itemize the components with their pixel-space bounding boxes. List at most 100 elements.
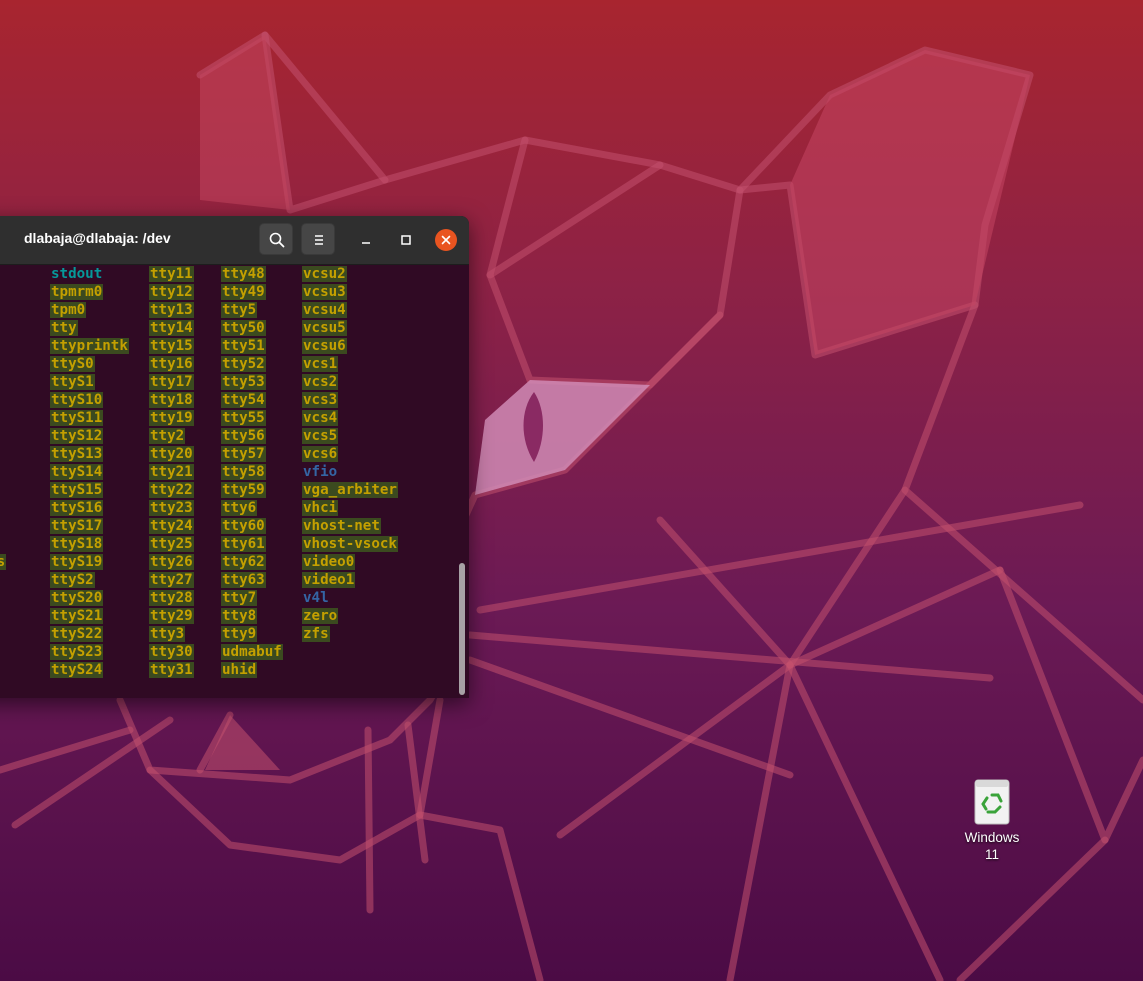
terminal-entry	[0, 391, 6, 409]
terminal-entry-text: tty8	[221, 608, 258, 624]
terminal-column-3: tty48 tty49 tty5 tty50 tty51 tty52 tty53 tty54 t…	[221, 265, 283, 679]
terminal-entry	[0, 301, 6, 319]
terminal-entry: tpmrm0	[50, 283, 129, 301]
terminal-entry: tty60	[221, 517, 283, 535]
terminal-entry: tty8	[221, 607, 283, 625]
terminal-entry: tty48	[221, 265, 283, 283]
terminal-entry: tty3	[149, 625, 194, 643]
minimize-button[interactable]	[355, 229, 377, 251]
terminal-entry-text: tty62	[221, 554, 266, 570]
terminal-entry-text: vcsu3	[302, 284, 347, 300]
terminal-entry	[0, 463, 6, 481]
terminal-entry: udmabuf	[221, 643, 283, 661]
terminal-entry-text: ttyS11	[50, 410, 104, 426]
terminal-entry	[0, 409, 6, 427]
terminal-entry	[0, 355, 6, 373]
terminal-entry: tty54	[221, 391, 283, 409]
terminal-entry-text: vcs1	[302, 356, 339, 372]
terminal-entry	[0, 445, 6, 463]
terminal-entry: vfio	[302, 463, 398, 481]
terminal-entry: tty27	[149, 571, 194, 589]
search-button[interactable]	[259, 223, 293, 255]
terminal-entry-text: ttyS2	[50, 572, 95, 588]
terminal-entry-text: zfs	[302, 626, 330, 642]
terminal-entry-text: tty56	[221, 428, 266, 444]
window-titlebar[interactable]: dlabaja@dlabaja: /dev	[0, 216, 469, 265]
terminal-entry: tty55	[221, 409, 283, 427]
terminal-entry: ttyS11	[50, 409, 129, 427]
search-icon	[269, 232, 285, 248]
hamburger-menu-icon	[315, 235, 323, 245]
maximize-button[interactable]	[395, 229, 417, 251]
terminal-entry: tty17	[149, 373, 194, 391]
terminal-entry: ttyS2	[50, 571, 129, 589]
terminal-entry-text: udmabuf	[221, 644, 283, 660]
terminal-entry-text: tty57	[221, 446, 266, 462]
terminal-entry: ttyS15	[50, 481, 129, 499]
terminal-entry: ttyS12	[50, 427, 129, 445]
terminal-column-4: vcsu2 vcsu3 vcsu4 vcsu5 vcsu6 vcs1 vcs2 vcs3 vcs…	[302, 265, 398, 643]
terminal-entry: stdout	[50, 265, 129, 283]
terminal-output[interactable]: et ools stdout tpmrm0 tpm0 tty ttyprintk ttyS0…	[0, 265, 469, 698]
terminal-entry: zero	[302, 607, 398, 625]
terminal-entry: tty61	[221, 535, 283, 553]
terminal-entry-text: vcs5	[302, 428, 339, 444]
terminal-entry	[0, 319, 6, 337]
terminal-entry: vcs1	[302, 355, 398, 373]
terminal-entry-text: tty15	[149, 338, 194, 354]
terminal-entry: tty19	[149, 409, 194, 427]
terminal-entry: tty49	[221, 283, 283, 301]
terminal-entry-text: tty25	[149, 536, 194, 552]
terminal-entry-text: v4l	[303, 590, 329, 606]
desktop-icon-trash[interactable]: Windows 11	[955, 776, 1029, 863]
terminal-entry: tty21	[149, 463, 194, 481]
terminal-entry: tty56	[221, 427, 283, 445]
terminal-entry	[0, 481, 6, 499]
terminal-entry: vcsu2	[302, 265, 398, 283]
terminal-entry: tty53	[221, 373, 283, 391]
menu-button[interactable]	[301, 223, 335, 255]
terminal-entry: tty30	[149, 643, 194, 661]
terminal-entry-text: ttyS15	[50, 482, 104, 498]
terminal-entry-text: ttyS22	[50, 626, 104, 642]
terminal-window[interactable]: dlabaja@dlabaja: /dev s stdout tpmrm0 tp…	[0, 216, 469, 698]
terminal-entry-text: tty63	[221, 572, 266, 588]
terminal-scrollbar[interactable]	[459, 563, 465, 695]
terminal-entry-text: vhost-vsock	[302, 536, 398, 552]
terminal-entry: ttyS10	[50, 391, 129, 409]
terminal-entry-text: ttyS18	[50, 536, 104, 552]
terminal-entry-text: zero	[302, 608, 339, 624]
terminal-entry-text: tty18	[149, 392, 194, 408]
terminal-entry: vcsu5	[302, 319, 398, 337]
desktop-icon-label-line2: 11	[984, 847, 999, 862]
recycle-bin-icon	[974, 779, 1010, 825]
terminal-entry: tty16	[149, 355, 194, 373]
terminal-entry-text: tty13	[149, 302, 194, 318]
terminal-entry: v4l	[302, 589, 398, 607]
terminal-entry-text: tty61	[221, 536, 266, 552]
close-button[interactable]	[435, 229, 457, 251]
terminal-entry-text: video0	[302, 554, 356, 570]
terminal-entry: tty15	[149, 337, 194, 355]
terminal-entry-text: ools	[0, 554, 7, 570]
terminal-entry: tty50	[221, 319, 283, 337]
terminal-entry: tty26	[149, 553, 194, 571]
terminal-entry-text: tty5	[221, 302, 258, 318]
terminal-entry	[0, 607, 6, 625]
terminal-entry-text: tty30	[149, 644, 194, 660]
terminal-entry-text: tty52	[221, 356, 266, 372]
terminal-entry-text: ttyS1	[50, 374, 95, 390]
terminal-entry-text: tpmrm0	[50, 284, 104, 300]
terminal-entry: ttyS14	[50, 463, 129, 481]
terminal-entry-text: tty	[50, 320, 78, 336]
terminal-entry-text: ttyS10	[50, 392, 104, 408]
terminal-entry	[0, 265, 6, 283]
terminal-entry-text: tty9	[221, 626, 258, 642]
terminal-entry: tty62	[221, 553, 283, 571]
terminal-entry-text: ttyS19	[50, 554, 104, 570]
terminal-entry-text: vfio	[303, 464, 338, 480]
maximize-icon	[401, 235, 411, 245]
terminal-entry-text: ttyS23	[50, 644, 104, 660]
terminal-entry: tty24	[149, 517, 194, 535]
terminal-entry: vhost-net	[302, 517, 398, 535]
